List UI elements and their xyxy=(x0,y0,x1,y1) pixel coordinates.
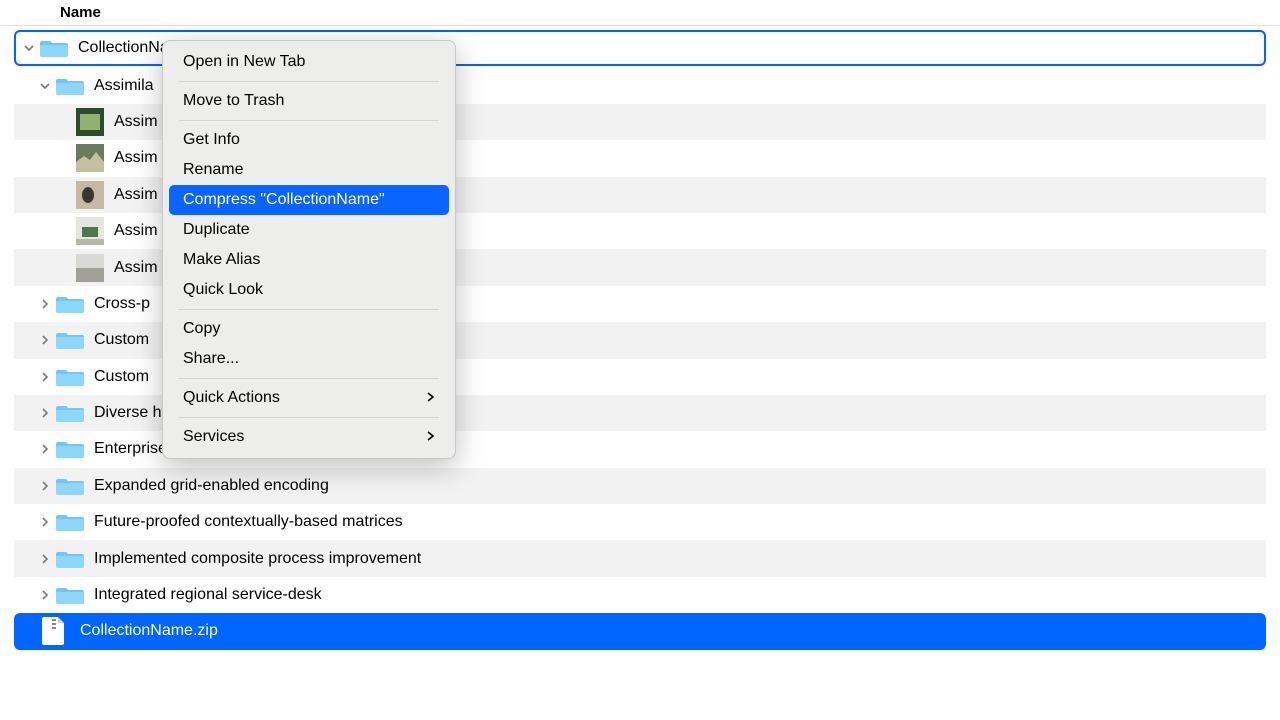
menu-move-to-trash[interactable]: Move to Trash xyxy=(169,86,449,116)
folder-icon xyxy=(56,511,84,533)
chevron-down-icon[interactable] xyxy=(38,79,52,93)
folder-row[interactable]: Expanded grid-enabled encoding xyxy=(14,468,1266,504)
chevron-right-icon[interactable] xyxy=(38,442,52,456)
menu-open-new-tab[interactable]: Open in New Tab xyxy=(169,47,449,77)
file-row-zip-selected[interactable]: CollectionName.zip xyxy=(14,613,1266,649)
menu-make-alias[interactable]: Make Alias xyxy=(169,245,449,275)
menu-rename[interactable]: Rename xyxy=(169,155,449,185)
folder-icon xyxy=(56,438,84,460)
image-thumbnail xyxy=(76,217,104,245)
folder-icon xyxy=(56,366,84,388)
folder-row[interactable]: Future-proofed contextually-based matric… xyxy=(14,504,1266,540)
menu-separator xyxy=(179,417,439,418)
folder-icon xyxy=(56,329,84,351)
chevron-right-icon[interactable] xyxy=(38,370,52,384)
chevron-right-icon xyxy=(427,428,435,446)
file-label: CollectionName.zip xyxy=(80,622,218,640)
chevron-right-icon[interactable] xyxy=(38,588,52,602)
context-menu: Open in New Tab Move to Trash Get Info R… xyxy=(162,40,456,459)
menu-separator xyxy=(179,81,439,82)
menu-separator xyxy=(179,378,439,379)
folder-row[interactable]: Implemented composite process improvemen… xyxy=(14,540,1266,576)
file-label: Assim xyxy=(114,222,158,240)
chevron-down-icon[interactable] xyxy=(22,41,36,55)
menu-share[interactable]: Share... xyxy=(169,344,449,374)
menu-separator xyxy=(179,120,439,121)
folder-icon xyxy=(56,75,84,97)
folder-label: Future-proofed contextually-based matric… xyxy=(94,513,403,531)
image-thumbnail xyxy=(76,108,104,136)
zip-file-icon xyxy=(42,617,66,645)
file-label: Assim xyxy=(114,113,158,131)
folder-icon xyxy=(56,475,84,497)
menu-quick-actions[interactable]: Quick Actions xyxy=(169,383,449,413)
chevron-right-icon[interactable] xyxy=(38,515,52,529)
folder-label: Custom xyxy=(94,368,149,386)
folder-label: Expanded grid-enabled encoding xyxy=(94,477,329,495)
menu-quick-look[interactable]: Quick Look xyxy=(169,275,449,305)
image-thumbnail xyxy=(76,254,104,282)
file-label: Assim xyxy=(114,149,158,167)
folder-icon xyxy=(56,402,84,424)
folder-icon xyxy=(56,548,84,570)
image-thumbnail xyxy=(76,144,104,172)
chevron-right-icon[interactable] xyxy=(38,552,52,566)
menu-copy[interactable]: Copy xyxy=(169,314,449,344)
file-list: CollectionName Assimila Assim Assim Assi… xyxy=(0,26,1280,650)
folder-label: Integrated regional service-desk xyxy=(94,586,322,604)
menu-separator xyxy=(179,309,439,310)
menu-duplicate[interactable]: Duplicate xyxy=(169,215,449,245)
folder-label: Implemented composite process improvemen… xyxy=(94,550,421,568)
folder-icon xyxy=(56,293,84,315)
chevron-right-icon[interactable] xyxy=(38,333,52,347)
menu-compress[interactable]: Compress "CollectionName" xyxy=(169,185,449,215)
file-label: Assim xyxy=(114,186,158,204)
folder-row[interactable]: Integrated regional service-desk xyxy=(14,577,1266,613)
chevron-right-icon xyxy=(427,389,435,407)
menu-services[interactable]: Services xyxy=(169,422,449,452)
folder-label: Cross-p xyxy=(94,295,150,313)
folder-label: Assimila xyxy=(94,77,154,95)
folder-label: Custom xyxy=(94,331,149,349)
chevron-right-icon[interactable] xyxy=(38,479,52,493)
folder-icon xyxy=(56,584,84,606)
chevron-right-icon[interactable] xyxy=(38,406,52,420)
chevron-right-icon[interactable] xyxy=(38,297,52,311)
file-label: Assim xyxy=(114,259,158,277)
folder-icon xyxy=(40,37,68,59)
image-thumbnail xyxy=(76,181,104,209)
column-header-name[interactable]: Name xyxy=(0,0,1280,26)
menu-get-info[interactable]: Get Info xyxy=(169,125,449,155)
